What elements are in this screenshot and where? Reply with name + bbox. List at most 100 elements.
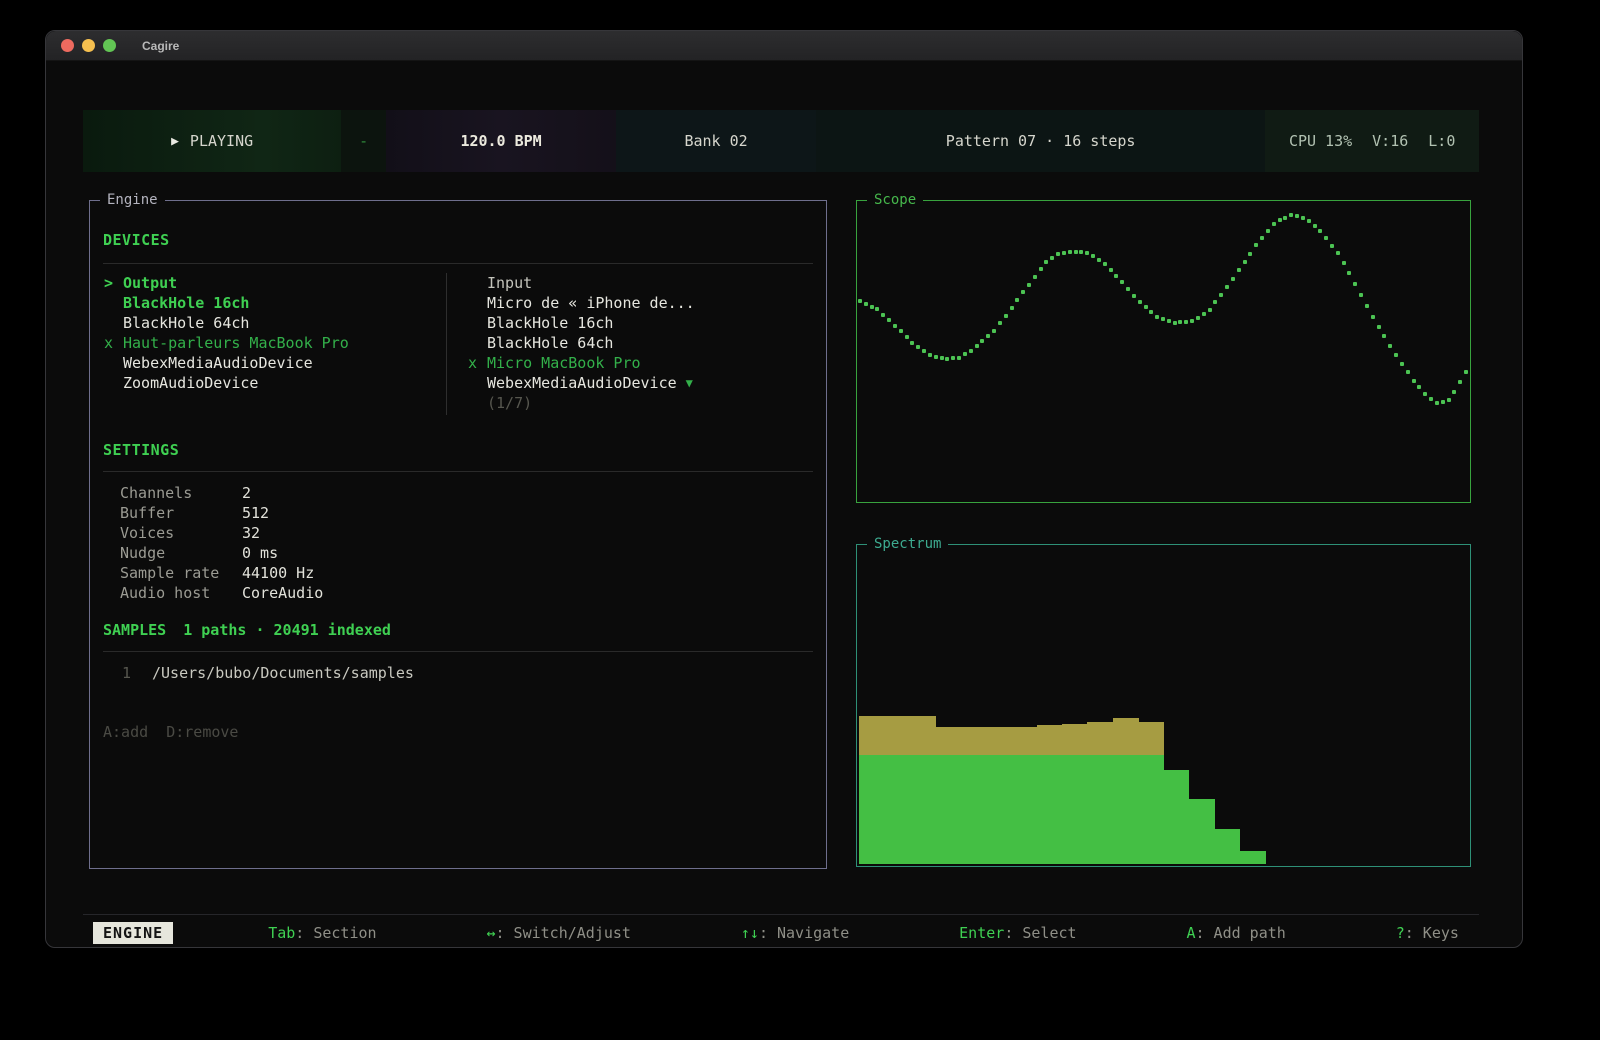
engine-panel: Engine DEVICES >OutputBlackHole 16chBlac… — [89, 200, 827, 869]
hint-key: ↑↓ — [741, 924, 759, 942]
input-device-item[interactable]: Micro de « iPhone de... — [468, 293, 695, 313]
scope-sample-dot — [1464, 370, 1468, 374]
hint-key: ↔ — [486, 924, 495, 942]
setting-label: Buffer — [120, 503, 242, 523]
settings-list: Channels2Buffer512Voices32Nudge0 msSampl… — [120, 483, 323, 603]
setting-label: Nudge — [120, 543, 242, 563]
scope-sample-dot — [934, 355, 938, 359]
setting-row-buffer[interactable]: Buffer512 — [120, 503, 323, 523]
scope-sample-dot — [1458, 380, 1462, 384]
setting-row-channels[interactable]: Channels2 — [120, 483, 323, 503]
output-list-header[interactable]: >Output — [104, 273, 349, 293]
path-index: 1 — [122, 663, 152, 683]
output-device-item[interactable]: ZoomAudioDevice — [104, 373, 349, 393]
transport-bar: ▶ PLAYING - 120.0 BPM Bank 02 Pattern 07… — [83, 110, 1479, 172]
scope-sample-dot — [1010, 306, 1014, 310]
scope-sample-dot — [1243, 260, 1247, 264]
setting-row-sample-rate[interactable]: Sample rate44100 Hz — [120, 563, 323, 583]
marker-spacer — [468, 273, 487, 293]
minimize-button[interactable] — [82, 39, 95, 52]
output-device-item[interactable]: xHaut-parleurs MacBook Pro — [104, 333, 349, 353]
input-device-item[interactable]: WebexMediaAudioDevice▼ — [468, 373, 695, 393]
settings-heading: SETTINGS — [103, 441, 179, 459]
scope-sample-dot — [969, 349, 973, 353]
mode-badge: ENGINE — [93, 922, 173, 944]
hint-navigate: ↑↓: Navigate — [741, 924, 849, 942]
scope-sample-dot — [940, 356, 944, 360]
setting-row-nudge[interactable]: Nudge0 ms — [120, 543, 323, 563]
level-bar — [859, 755, 885, 864]
scope-sample-dot — [1318, 229, 1322, 233]
dropdown-indicator-icon: ▼ — [686, 373, 693, 393]
setting-row-audio-host[interactable]: Audio hostCoreAudio — [120, 583, 323, 603]
scope-sample-dot — [1213, 300, 1217, 304]
input-device-item[interactable]: xMicro MacBook Pro — [468, 353, 695, 373]
marker-spacer — [468, 313, 487, 333]
setting-value: CoreAudio — [242, 583, 323, 603]
device-columns-divider — [446, 273, 447, 415]
scope-sample-dot — [1120, 280, 1124, 284]
scope-sample-dot — [1167, 319, 1171, 323]
scope-sample-dot — [870, 305, 874, 309]
output-device-item[interactable]: BlackHole 64ch — [104, 313, 349, 333]
samples-meta: 1 paths · 20491 indexed — [183, 621, 391, 639]
level-bar — [884, 755, 910, 864]
input-device-item[interactable]: BlackHole 16ch — [468, 313, 695, 333]
scope-sample-dot — [1412, 379, 1416, 383]
samples-keys-hint: A:add D:remove — [103, 723, 238, 741]
scope-sample-dot — [1044, 260, 1048, 264]
scope-sample-dot — [1085, 251, 1089, 255]
scope-sample-dot — [1394, 353, 1398, 357]
output-device-item[interactable]: BlackHole 16ch — [104, 293, 349, 313]
beat-indicator: - — [341, 110, 386, 172]
scope-sample-dot — [1074, 250, 1078, 254]
hint-action: : Keys — [1405, 924, 1459, 942]
scope-sample-dot — [905, 335, 909, 339]
marker-spacer — [104, 353, 123, 373]
scope-sample-dot — [1237, 268, 1241, 272]
output-device-item[interactable]: WebexMediaAudioDevice — [104, 353, 349, 373]
hint-key: A — [1186, 924, 1195, 942]
scope-sample-dot — [887, 318, 891, 322]
hint-keys: ?: Keys — [1396, 924, 1459, 942]
hint-action: : Switch/Adjust — [496, 924, 631, 942]
marker-spacer — [468, 393, 487, 413]
engine-panel-title: Engine — [100, 191, 165, 209]
scope-sample-dot — [1004, 314, 1008, 318]
hint-action: : Section — [295, 924, 376, 942]
hint-section: Tab: Section — [268, 924, 376, 942]
scope-sample-dot — [1295, 214, 1299, 218]
scope-sample-dot — [1423, 392, 1427, 396]
scope-sample-dot — [881, 313, 885, 317]
close-button[interactable] — [61, 39, 74, 52]
device-label: Haut-parleurs MacBook Pro — [123, 333, 349, 353]
scope-sample-dot — [1406, 370, 1410, 374]
app-content: ▶ PLAYING - 120.0 BPM Bank 02 Pattern 07… — [46, 62, 1522, 947]
marker-spacer — [468, 373, 487, 393]
level-bar — [986, 755, 1012, 864]
scope-sample-dot — [1202, 312, 1206, 316]
device-label: BlackHole 64ch — [123, 313, 249, 333]
sample-path-row[interactable]: 1/Users/bubo/Documents/samples — [122, 663, 414, 683]
scope-sample-dot — [1283, 216, 1287, 220]
scope-sample-dot — [1307, 219, 1311, 223]
cursor-marker: > — [104, 273, 123, 293]
scope-sample-dot — [1173, 321, 1177, 325]
setting-row-voices[interactable]: Voices32 — [120, 523, 323, 543]
input-list-header[interactable]: Input — [468, 273, 695, 293]
maximize-button[interactable] — [103, 39, 116, 52]
scope-sample-dot — [1266, 229, 1270, 233]
scope-sample-dot — [1196, 316, 1200, 320]
level-bar — [1113, 755, 1139, 864]
scope-sample-dot — [1231, 277, 1235, 281]
scope-sample-dot — [1447, 398, 1451, 402]
scope-sample-dot — [1377, 325, 1381, 329]
scope-sample-dot — [1056, 252, 1060, 256]
scope-sample-dot — [1068, 250, 1072, 254]
hint-action: : Navigate — [759, 924, 849, 942]
input-device-item[interactable]: BlackHole 64ch — [468, 333, 695, 353]
scope-sample-dot — [998, 321, 1002, 325]
samples-divider — [103, 651, 813, 652]
transport-status: ▶ PLAYING — [83, 110, 341, 172]
scope-panel: Scope — [856, 200, 1471, 503]
